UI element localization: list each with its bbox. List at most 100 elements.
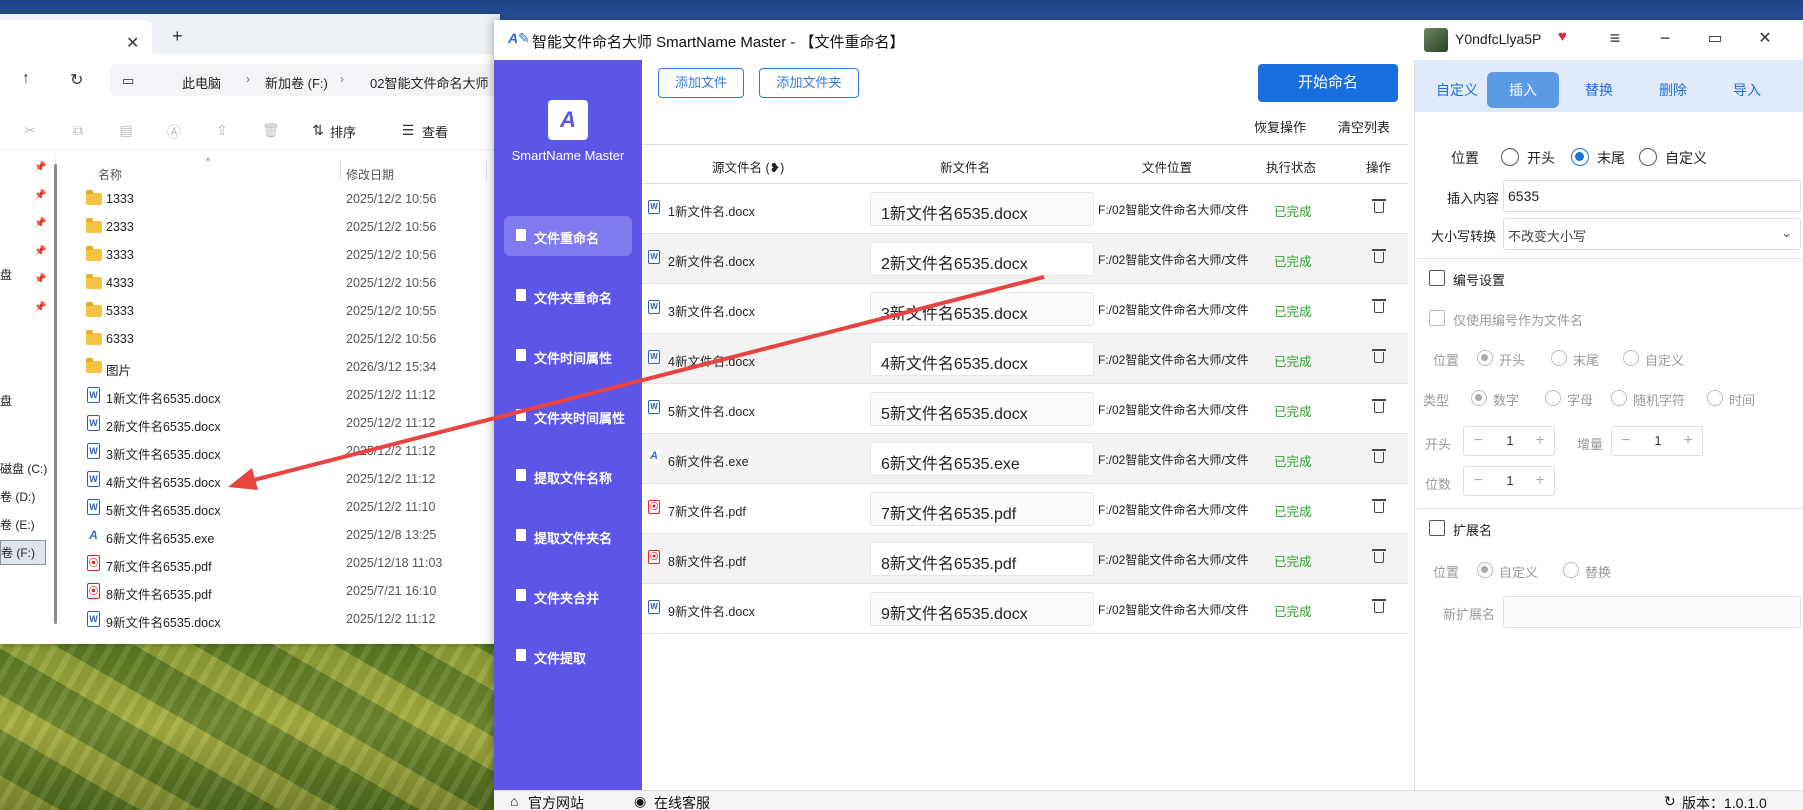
num-position-option-end[interactable]: 末尾 (1573, 350, 1599, 369)
sidebar-item[interactable]: 提取文件夹名 (504, 516, 632, 556)
plus-icon[interactable]: + (1530, 432, 1550, 450)
trash-icon[interactable] (1372, 298, 1386, 314)
case-convert-select[interactable]: 不改变大小写 ⌄ (1503, 218, 1801, 250)
table-row[interactable]: ⦿ 8新文件名.pdf 8新文件名6535.pdf F:/02智能文件命名大师/文件 已… (642, 534, 1408, 584)
sidebar-item[interactable]: 文件时间属性 (504, 336, 632, 376)
plus-icon[interactable]: + (1530, 472, 1550, 490)
numbering-checkbox[interactable] (1429, 270, 1445, 286)
minus-icon[interactable]: − (1468, 472, 1488, 490)
file-row[interactable]: 5333 2025/12/2 10:55 (86, 298, 506, 326)
file-row[interactable]: A 6新文件名6535.exe 2025/12/8 13:25 (86, 522, 506, 550)
digits-stepper[interactable]: − 1 + (1463, 466, 1555, 496)
vip-heart-icon[interactable]: ♥ (1558, 28, 1567, 45)
refresh-icon[interactable]: ↻ (70, 70, 83, 90)
file-row[interactable]: 2333 2025/12/2 10:56 (86, 214, 506, 242)
file-row[interactable]: 3333 2025/12/2 10:56 (86, 242, 506, 270)
copy-icon[interactable]: ⧉ (70, 122, 86, 138)
trash-icon[interactable] (1372, 248, 1386, 264)
new-name-input[interactable]: 6新文件名6535.exe (870, 442, 1094, 476)
file-row[interactable]: ⦿ 8新文件名6535.pdf 2025/7/21 16:10 (86, 578, 506, 606)
file-row[interactable]: W 2新文件名6535.docx 2025/12/2 11:12 (86, 410, 506, 438)
tab-delete[interactable]: 删除 (1637, 72, 1709, 108)
new-name-input[interactable]: 4新文件名6535.docx (870, 342, 1094, 376)
nav-item[interactable]: 盘 (0, 266, 12, 283)
column-divider[interactable] (486, 162, 487, 180)
nav-item-drive-e[interactable]: 卷 (E:) (0, 516, 35, 533)
new-name-input[interactable]: 1新文件名6535.docx (870, 192, 1094, 226)
explorer-tab[interactable]: ✕ (0, 20, 152, 54)
new-name-input[interactable]: 5新文件名6535.docx (870, 392, 1094, 426)
file-row[interactable]: 6333 2025/12/2 10:56 (86, 326, 506, 354)
restore-button[interactable]: 恢复操作 (1254, 117, 1306, 136)
tab-import[interactable]: 导入 (1711, 72, 1783, 108)
num-position-radio-start[interactable] (1477, 350, 1493, 366)
start-rename-button[interactable]: 开始命名 (1258, 64, 1398, 102)
file-row[interactable]: W 5新文件名6535.docx 2025/12/2 11:10 (86, 494, 506, 522)
table-row[interactable]: W 2新文件名.docx 2新文件名6535.docx F:/02智能文件命名大师/文… (642, 234, 1408, 284)
only-number-label[interactable]: 仅使用编号作为文件名 (1453, 310, 1583, 329)
sidebar-item[interactable]: 文件重命名 (504, 216, 632, 256)
avatar[interactable] (1424, 28, 1448, 52)
new-name-input[interactable]: 3新文件名6535.docx (870, 292, 1094, 326)
type-option-time[interactable]: 时间 (1729, 390, 1755, 409)
nav-item-drive-c[interactable]: 磁盘 (C:) (0, 460, 47, 477)
ext-position-option-custom[interactable]: 自定义 (1499, 562, 1538, 581)
trash-icon[interactable] (1372, 198, 1386, 214)
delete-icon[interactable]: 🗑 (262, 122, 280, 138)
start-stepper[interactable]: − 1 + (1463, 426, 1555, 456)
trash-icon[interactable] (1372, 398, 1386, 414)
column-header-name[interactable]: 名称 (98, 166, 122, 183)
minimize-icon[interactable]: − (1650, 28, 1680, 49)
num-position-option-start[interactable]: 开头 (1499, 350, 1525, 369)
sort-button[interactable]: 排序 (330, 122, 356, 141)
position-radio-custom[interactable] (1639, 148, 1657, 166)
add-folder-button[interactable]: 添加文件夹 (759, 68, 859, 98)
username[interactable]: Y0ndfcLlya5P (1455, 31, 1541, 47)
file-row[interactable]: 图片 2026/3/12 15:34 (86, 354, 506, 382)
nav-item[interactable]: 盘 (0, 392, 12, 409)
table-row[interactable]: W 1新文件名.docx 1新文件名6535.docx F:/02智能文件命名大师/文… (642, 184, 1408, 234)
view-button[interactable]: 查看 (422, 122, 448, 141)
type-radio-time[interactable] (1707, 390, 1723, 406)
support-link[interactable]: 在线客服 (654, 793, 710, 810)
numbering-label[interactable]: 编号设置 (1453, 270, 1505, 289)
table-row[interactable]: W 9新文件名.docx 9新文件名6535.docx F:/02智能文件命名大师/文… (642, 584, 1408, 634)
new-extension-input[interactable] (1503, 596, 1801, 628)
table-row[interactable]: W 3新文件名.docx 3新文件名6535.docx F:/02智能文件命名大师/文… (642, 284, 1408, 334)
add-tab-icon[interactable]: + (172, 26, 183, 47)
plus-icon[interactable]: + (1678, 432, 1698, 450)
ext-position-radio-replace[interactable] (1563, 562, 1579, 578)
num-position-radio-custom[interactable] (1623, 350, 1639, 366)
new-name-input[interactable]: 7新文件名6535.pdf (870, 492, 1094, 526)
breadcrumb-this-pc[interactable]: 此电脑 (182, 73, 221, 92)
file-row[interactable]: W 9新文件名6535.docx 2025/12/2 11:12 (86, 606, 506, 634)
extension-checkbox[interactable] (1429, 520, 1445, 536)
share-icon[interactable]: ⇪ (214, 122, 230, 138)
new-name-input[interactable]: 2新文件名6535.docx (870, 242, 1094, 276)
file-row[interactable]: ⦿ 7新文件名6535.pdf 2025/12/18 11:03 (86, 550, 506, 578)
type-option-random[interactable]: 随机字符 (1633, 390, 1685, 409)
breadcrumb-folder[interactable]: 02智能文件命名大师 (370, 73, 488, 92)
close-icon[interactable]: ✕ (126, 33, 139, 53)
type-radio-letter[interactable] (1545, 390, 1561, 406)
file-row[interactable]: W 3新文件名6535.docx 2025/12/2 11:12 (86, 438, 506, 466)
num-position-option-custom[interactable]: 自定义 (1645, 350, 1684, 369)
table-row[interactable]: W 5新文件名.docx 5新文件名6535.docx F:/02智能文件命名大师/文… (642, 384, 1408, 434)
ext-position-option-replace[interactable]: 替换 (1585, 562, 1611, 581)
type-radio-random[interactable] (1611, 390, 1627, 406)
table-row[interactable]: A 6新文件名.exe 6新文件名6535.exe F:/02智能文件命名大师/文件 已… (642, 434, 1408, 484)
address-bar[interactable]: ▭ 此电脑 › 新加卷 (F:) › 02智能文件命名大师 (110, 64, 510, 96)
table-row[interactable]: W 4新文件名.docx 4新文件名6535.docx F:/02智能文件命名大师/文… (642, 334, 1408, 384)
extension-label[interactable]: 扩展名 (1453, 520, 1492, 539)
scrollbar[interactable] (54, 164, 57, 624)
menu-icon[interactable]: ≡ (1600, 28, 1630, 49)
insert-content-input[interactable]: 6535 (1503, 180, 1801, 212)
tab-insert[interactable]: 插入 (1487, 72, 1559, 108)
trash-icon[interactable] (1372, 348, 1386, 364)
cut-icon[interactable]: ✂ (22, 122, 38, 138)
new-name-input[interactable]: 9新文件名6535.docx (870, 592, 1094, 626)
breadcrumb-drive-f[interactable]: 新加卷 (F:) (265, 73, 328, 92)
type-radio-number[interactable] (1471, 390, 1487, 406)
sidebar-item[interactable]: 文件夹时间属性 (504, 396, 632, 436)
sidebar-item[interactable]: 文件夹重命名 (504, 276, 632, 316)
